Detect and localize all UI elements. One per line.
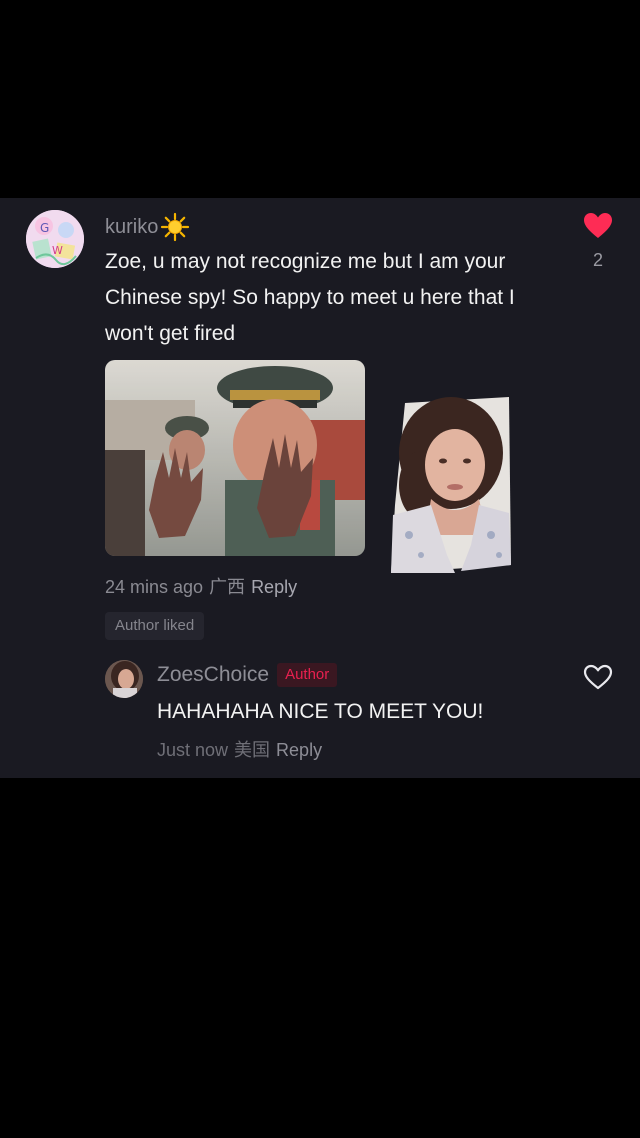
svg-text:G: G <box>40 221 49 235</box>
soldier-photo <box>105 360 365 556</box>
username-text: kuriko <box>105 215 159 238</box>
screen: G W kuriko Zoe, u may not recognize me b… <box>0 0 640 1138</box>
comment-meta: 24 mins ago 广西 Reply <box>105 573 297 599</box>
comment-text: Zoe, u may not recognize me but I am you… <box>105 250 515 345</box>
avatar-image: G W <box>26 210 84 268</box>
heart-filled-icon <box>584 213 612 238</box>
comment-location: 广西 <box>209 577 246 597</box>
reply-like-button[interactable] <box>583 664 613 690</box>
reply-location: 美国 <box>234 740 271 760</box>
reply-time: Just now <box>157 740 229 760</box>
like-count: 2 <box>592 250 603 270</box>
author-liked-badge: Author liked <box>105 612 205 640</box>
woman-photo <box>391 397 511 573</box>
author-badge: Author <box>277 663 338 687</box>
svg-text:W: W <box>52 244 63 257</box>
comment-username[interactable]: kuriko <box>105 212 190 242</box>
reply-button[interactable]: Reply <box>251 577 297 598</box>
heart-outline-icon <box>583 664 613 690</box>
like-button[interactable] <box>583 212 613 240</box>
reply-username[interactable]: ZoesChoice Author <box>157 663 338 687</box>
creator-cutout-image <box>391 395 511 573</box>
reply-reply-button[interactable]: Reply <box>276 740 322 761</box>
comment-image[interactable] <box>105 360 365 556</box>
reply-avatar-image <box>105 660 143 698</box>
sun-icon <box>160 212 190 242</box>
reply-text: HAHAHAHA NICE TO MEET YOU! <box>157 700 484 723</box>
avatar[interactable]: G W <box>26 210 84 268</box>
comment-card: G W kuriko Zoe, u may not recognize me b… <box>0 198 640 778</box>
reply-meta: Just now 美国 Reply <box>157 736 322 762</box>
reply-username-text: ZoesChoice <box>157 663 270 686</box>
comment-time: 24 mins ago <box>105 577 204 597</box>
reply-avatar[interactable] <box>105 660 143 698</box>
